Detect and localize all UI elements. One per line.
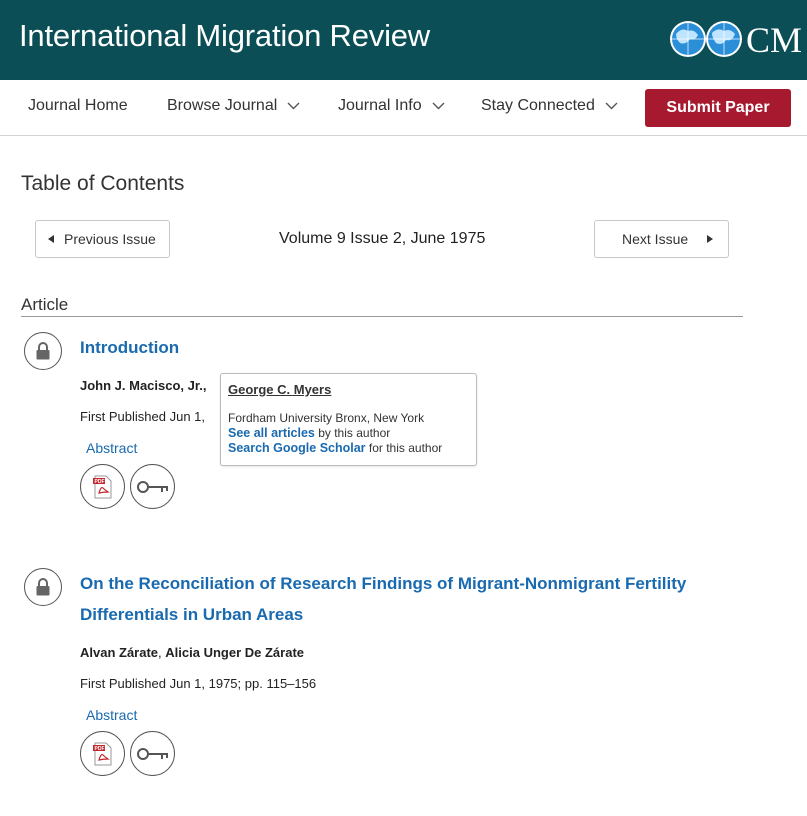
iom-logo[interactable]: CM	[668, 19, 807, 60]
section-divider	[21, 316, 743, 317]
key-icon	[136, 747, 168, 760]
next-issue-button[interactable]: Next Issue	[594, 220, 729, 258]
access-lock	[24, 332, 62, 370]
journal-title[interactable]: International Migration Review	[19, 18, 430, 54]
google-scholar-link[interactable]: Search Google Scholar	[228, 441, 366, 455]
pdf-button[interactable]: PDF	[80, 464, 125, 509]
lock-icon	[36, 342, 50, 360]
nav-stay-connected[interactable]: Stay Connected	[481, 97, 618, 115]
previous-issue-label: Previous Issue	[64, 231, 156, 247]
abstract-link[interactable]: Abstract	[86, 440, 137, 456]
next-issue-label: Next Issue	[622, 231, 689, 247]
nav-label: Stay Connected	[481, 97, 595, 114]
nav-label: Journal Home	[28, 97, 128, 114]
globe-icon	[670, 21, 742, 57]
access-lock	[24, 568, 62, 606]
publication-info: First Published Jun 1, 1975; pp. 115–156	[80, 676, 317, 691]
article-title[interactable]: Introduction	[80, 332, 179, 363]
nav-journal-home[interactable]: Journal Home	[28, 97, 128, 115]
pdf-icon: PDF	[92, 742, 111, 765]
logo-text: CM	[746, 20, 803, 60]
lock-icon	[36, 578, 50, 596]
chevron-down-icon	[605, 102, 618, 110]
author-link[interactable]: Alvan Zárate	[80, 645, 158, 660]
nav-journal-info[interactable]: Journal Info	[338, 97, 445, 115]
publication-info: First Published Jun 1,	[80, 409, 206, 424]
submit-paper-button[interactable]: Submit Paper	[645, 89, 791, 127]
chevron-down-icon	[432, 102, 445, 110]
section-heading: Article	[21, 295, 69, 314]
abstract-link[interactable]: Abstract	[86, 707, 137, 723]
main-nav: Journal Home Browse Journal Journal Info…	[0, 80, 807, 136]
author-link[interactable]: Alicia Unger De Zárate	[165, 645, 304, 660]
article-title[interactable]: On the Reconciliation of Research Findin…	[80, 568, 686, 630]
key-access-button[interactable]	[130, 464, 175, 509]
author-popup: George C. Myers Fordham University Bronx…	[220, 373, 477, 466]
svg-text:PDF: PDF	[94, 479, 104, 485]
page-title: Table of Contents	[21, 172, 185, 195]
chevron-down-icon	[287, 102, 300, 110]
popup-author-name[interactable]: George C. Myers	[228, 382, 476, 397]
key-icon	[136, 480, 168, 493]
triangle-left-icon	[48, 235, 54, 243]
pdf-icon: PDF	[92, 475, 111, 498]
nav-label: Browse Journal	[167, 97, 278, 114]
article-authors: Alvan Zárate, Alicia Unger De Zárate	[80, 645, 304, 660]
popup-affiliation: Fordham University Bronx, New York	[228, 411, 425, 425]
issue-label: Volume 9 Issue 2, June 1975	[279, 230, 486, 247]
see-all-articles-link[interactable]: See all articles	[228, 426, 315, 440]
key-access-button[interactable]	[130, 731, 175, 776]
pdf-button[interactable]: PDF	[80, 731, 125, 776]
svg-text:PDF: PDF	[94, 746, 104, 752]
popup-scholar-row: Search Google Scholar for this author	[228, 441, 476, 455]
article-authors[interactable]: John J. Macisco, Jr.,	[80, 378, 206, 393]
popup-see-all-row: See all articles by this author	[228, 426, 476, 440]
article-title-line: On the Reconciliation of Research Findin…	[80, 574, 687, 593]
scholar-suffix: for this author	[365, 441, 443, 455]
article-title-line: Differentials in Urban Areas	[80, 605, 304, 624]
nav-browse-journal[interactable]: Browse Journal	[167, 97, 300, 115]
site-header: International Migration Review CM	[0, 0, 807, 80]
nav-label: Journal Info	[338, 97, 422, 114]
previous-issue-button[interactable]: Previous Issue	[35, 220, 170, 258]
triangle-right-icon	[707, 235, 714, 243]
see-all-suffix: by this author	[314, 426, 391, 440]
